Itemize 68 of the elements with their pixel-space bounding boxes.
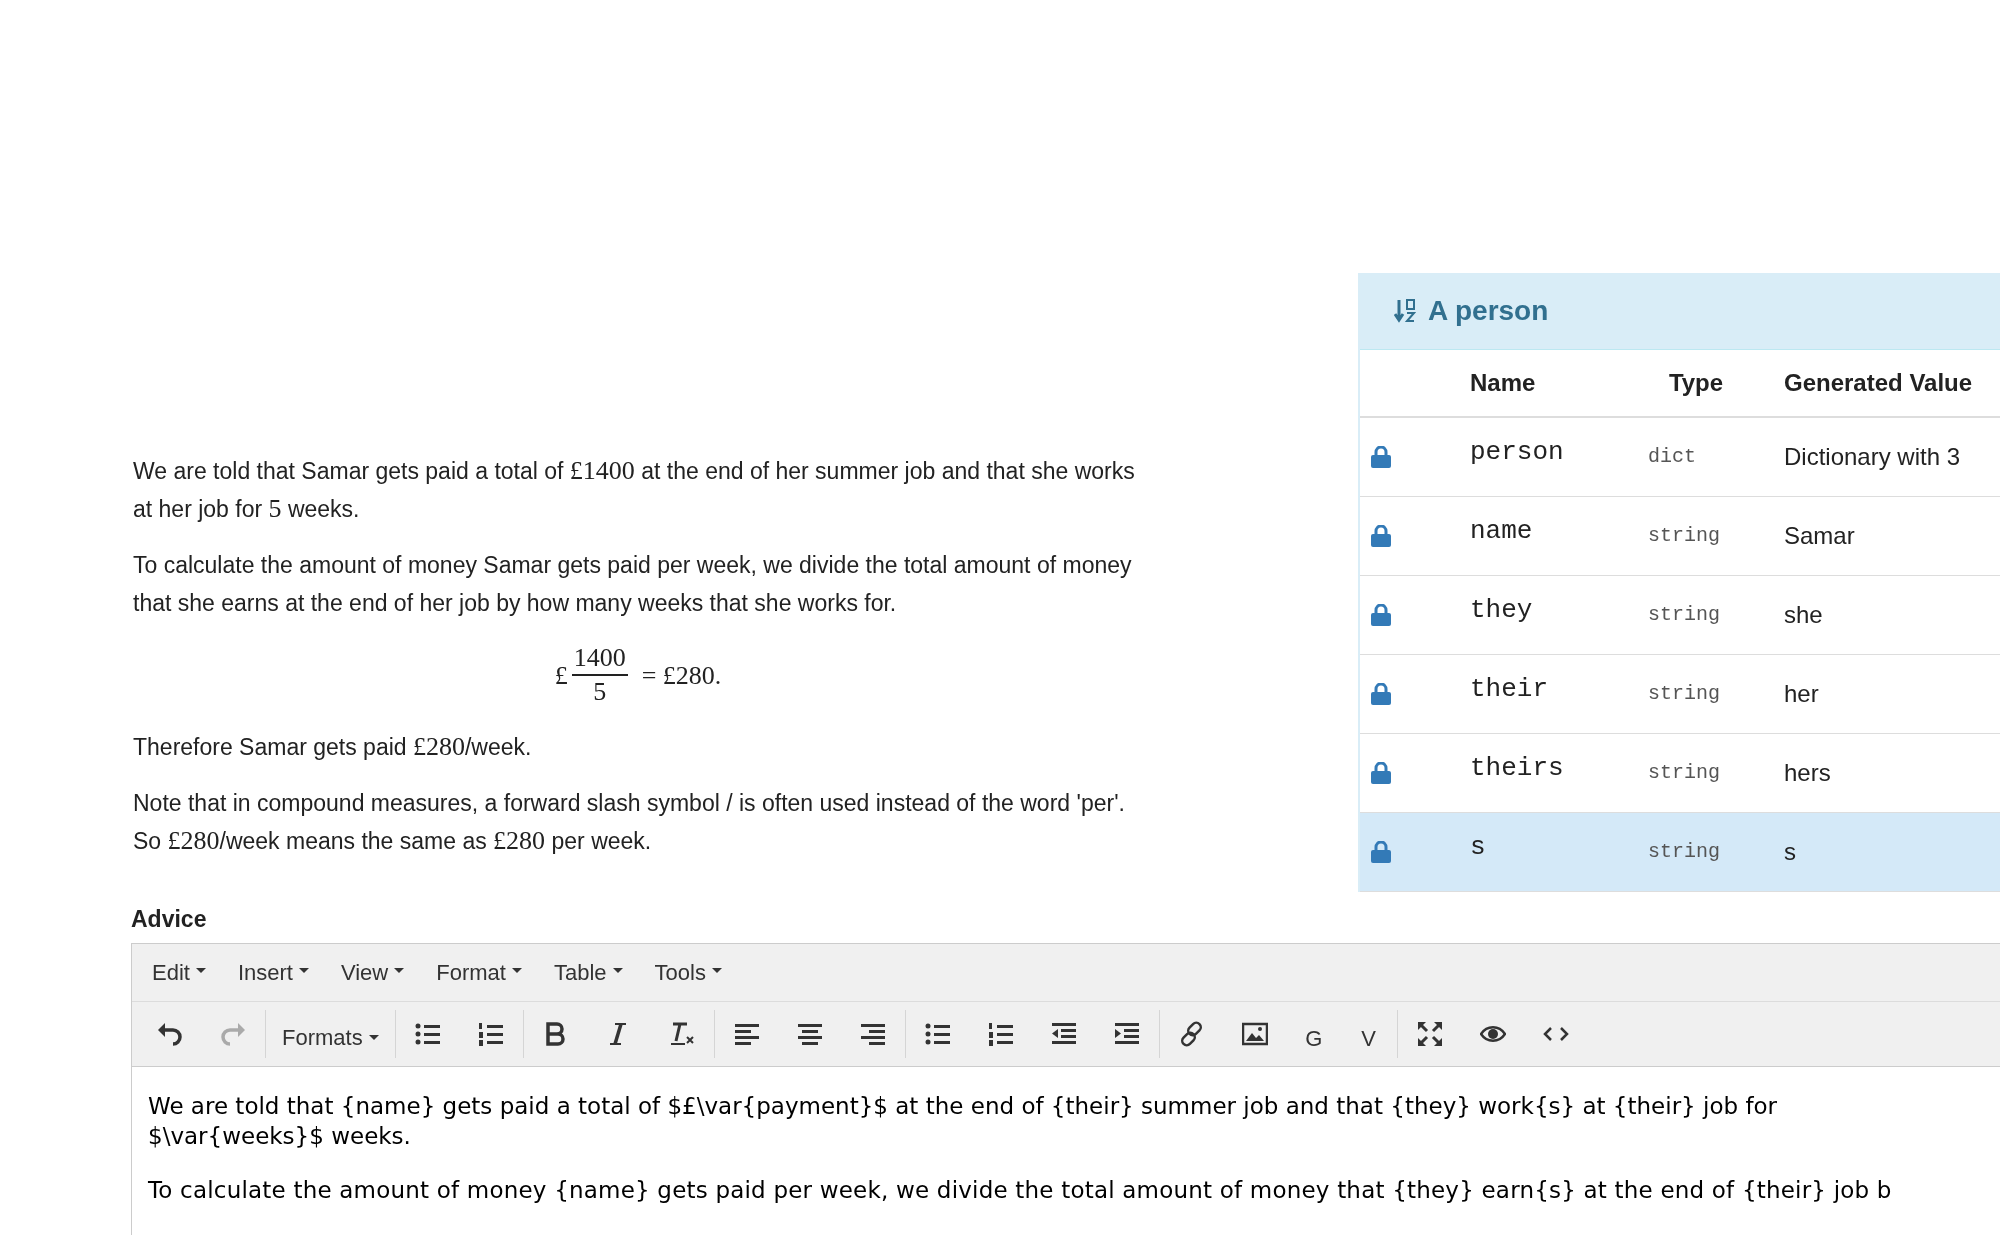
fullscreen-icon <box>1416 1021 1443 1047</box>
variable-value: she <box>1784 601 1823 628</box>
caret-icon <box>711 968 722 973</box>
paragraph: We are told that Samar gets paid a total of £1400 at the end of her summer job and that she works at her job for 5 weeks. <box>133 455 1136 525</box>
menu-item[interactable]: Format <box>426 952 532 993</box>
section-label: Advice <box>131 905 208 934</box>
numbered-list-icon <box>987 1021 1014 1047</box>
variable-name: they <box>1470 594 1533 625</box>
variable-value: Samar <box>1784 522 1855 549</box>
column-header: Name <box>1470 369 1536 396</box>
variable-type: string <box>1648 524 1720 547</box>
link-icon <box>1178 1021 1205 1047</box>
variable-name: theirs <box>1470 752 1564 783</box>
align-left-icon <box>733 1021 760 1047</box>
bullet-list-icon <box>924 1021 951 1047</box>
lock-icon[interactable] <box>1370 446 1392 468</box>
redo-icon <box>220 1021 246 1047</box>
paragraph: To calculate the amount of money {name} gets paid per week, we divide the total amount of money that {they} earn{s} at the end of {their} job b <box>148 1176 1893 1205</box>
menu-item[interactable]: Tools <box>644 952 732 993</box>
caret-icon <box>511 968 522 973</box>
lock-icon[interactable] <box>1370 525 1392 547</box>
variable-name: s <box>1470 831 1486 862</box>
align-center-icon <box>796 1021 823 1047</box>
variable-value: her <box>1784 680 1819 707</box>
bullet-list-icon <box>414 1021 441 1047</box>
paragraph: We are told that {name} gets paid a total of $£\var{payment}$ at the end of {their} summer job and that {they} work{s} at {their} job for $\var{weeks}$ weeks. <box>148 1092 1779 1151</box>
menu-item[interactable]: Edit <box>142 952 216 993</box>
formats-dropdown[interactable]: Formats <box>272 1012 389 1056</box>
outdent-icon <box>1050 1021 1077 1047</box>
variable-type: string <box>1648 682 1720 705</box>
paragraph: To calculate the amount of money Samar gets paid per week, we divide the total amount of money that she earns at the end of her job by how many weeks that she works for. <box>133 551 1133 618</box>
variable-type: string <box>1648 840 1720 863</box>
variable-name: their <box>1470 673 1548 704</box>
undo-icon <box>157 1021 183 1047</box>
caret-icon <box>195 968 206 973</box>
variable-name: person <box>1470 436 1564 467</box>
align-right-icon <box>859 1021 886 1047</box>
lock-icon[interactable] <box>1370 762 1392 784</box>
image-icon <box>1241 1021 1268 1047</box>
paragraph: Note that in compound measures, a forward slash symbol / is often used instead of the word 'per'. So £280/week means the same as £280 per week. <box>133 789 1126 857</box>
caret-icon <box>368 1034 379 1040</box>
indent-icon <box>1113 1021 1140 1047</box>
menu-item[interactable]: Table <box>543 952 633 993</box>
caret-icon <box>298 968 309 973</box>
paragraph: Therefore Samar gets paid £280/week. <box>133 731 533 763</box>
caret-icon <box>612 968 623 973</box>
menu-item[interactable]: View <box>330 952 415 993</box>
variable-type: string <box>1648 603 1720 626</box>
column-header: Type <box>1668 369 1724 396</box>
sort-icon[interactable] <box>1394 298 1416 324</box>
variable-name: name <box>1470 515 1533 546</box>
caret-icon <box>394 968 405 973</box>
variable-value: hers <box>1784 759 1831 786</box>
variable-value: Dictionary with 3 <box>1784 443 1961 470</box>
clear-formatting-icon <box>668 1021 695 1047</box>
lock-icon[interactable] <box>1370 683 1392 705</box>
table-row[interactable]: s string s <box>1360 813 2000 892</box>
panel-title: A person <box>1428 294 1549 328</box>
lock-icon[interactable] <box>1370 604 1392 626</box>
lock-icon[interactable] <box>1370 841 1392 863</box>
variable-value: s <box>1784 838 1796 865</box>
menu-item[interactable]: Insert <box>227 952 319 993</box>
numbered-list-icon <box>477 1021 504 1047</box>
variable-type: string <box>1648 761 1720 784</box>
column-header: Generated Value <box>1784 369 1973 396</box>
toolbar-button[interactable]: V <box>1346 1012 1391 1056</box>
toolbar-button[interactable]: G <box>1291 1012 1336 1056</box>
variable-type: dict <box>1648 445 1696 468</box>
